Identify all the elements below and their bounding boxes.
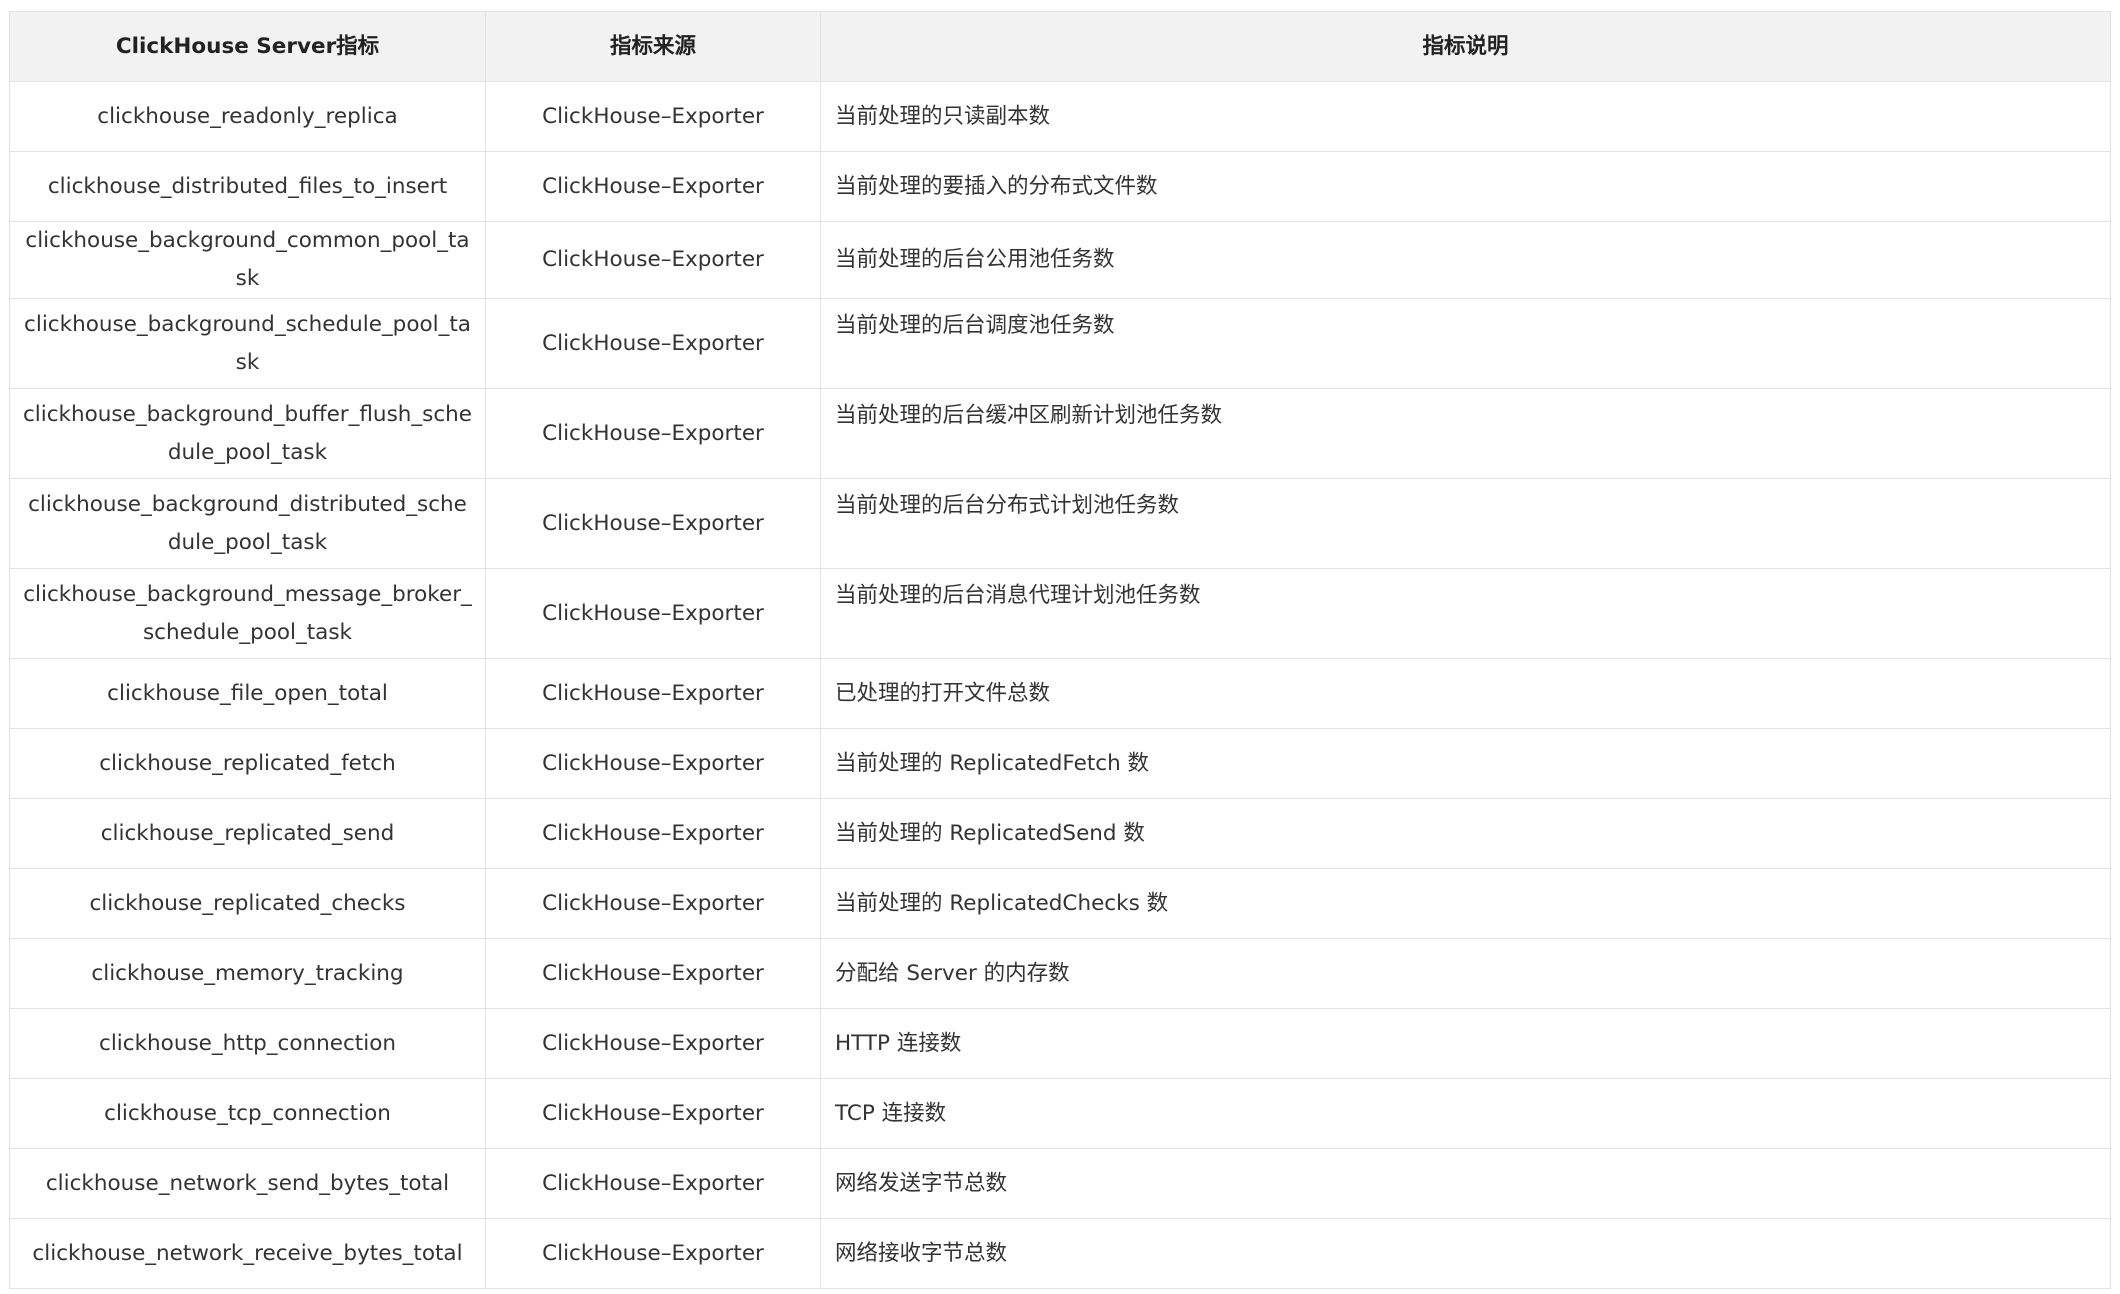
metric-name-cell: clickhouse_file_open_total xyxy=(9,658,486,729)
header-metric: ClickHouse Server指标 xyxy=(9,11,486,82)
metric-name-cell: clickhouse_distributed_files_to_insert xyxy=(9,151,486,222)
table-body: clickhouse_readonly_replica ClickHouse–Ex… xyxy=(9,81,2111,1289)
table-row: clickhouse_network_receive_bytes_total Cl… xyxy=(9,1218,2111,1289)
metric-source-cell: ClickHouse–Exporter xyxy=(485,658,821,729)
metric-name-cell: clickhouse_tcp_connection xyxy=(9,1078,486,1149)
metric-source-cell: ClickHouse–Exporter xyxy=(485,81,821,152)
header-description: 指标说明 xyxy=(820,11,2111,82)
metric-description-cell: 当前处理的后台缓冲区刷新计划池任务数 xyxy=(820,388,2111,479)
table-row: clickhouse_distributed_files_to_insert Cl… xyxy=(9,151,2111,222)
metric-name-cell: clickhouse_network_send_bytes_total xyxy=(9,1148,486,1219)
metric-source-cell: ClickHouse–Exporter xyxy=(485,1008,821,1079)
metric-source-cell: ClickHouse–Exporter xyxy=(485,868,821,939)
metric-description-cell: 当前处理的 ReplicatedFetch 数 xyxy=(820,728,2111,799)
table-row: clickhouse_readonly_replica ClickHouse–Ex… xyxy=(9,81,2111,152)
table-header-row: ClickHouse Server指标 指标来源 指标说明 xyxy=(9,11,2111,82)
metric-source-cell: ClickHouse–Exporter xyxy=(485,1218,821,1289)
metric-description-cell: 已处理的打开文件总数 xyxy=(820,658,2111,729)
metric-description-cell: 网络接收字节总数 xyxy=(820,1218,2111,1289)
metric-name-cell: clickhouse_background_schedule_pool_task xyxy=(9,298,486,389)
table-row: clickhouse_replicated_fetch ClickHouse–Ex… xyxy=(9,728,2111,799)
metric-description-cell: 当前处理的只读副本数 xyxy=(820,81,2111,152)
metric-source-cell: ClickHouse–Exporter xyxy=(485,298,821,389)
metric-name-cell: clickhouse_background_distributed_schedu… xyxy=(9,478,486,569)
metric-name-cell: clickhouse_background_message_broker_sch… xyxy=(9,568,486,659)
table-row: clickhouse_file_open_total ClickHouse–Exp… xyxy=(9,658,2111,729)
table-row: clickhouse_background_common_pool_task Cl… xyxy=(9,221,2111,299)
metric-description-cell: 当前处理的后台分布式计划池任务数 xyxy=(820,478,2111,569)
metric-description-cell: 当前处理的后台消息代理计划池任务数 xyxy=(820,568,2111,659)
table-row: clickhouse_background_buffer_flush_sched… xyxy=(9,388,2111,479)
metric-name-cell: clickhouse_readonly_replica xyxy=(9,81,486,152)
metric-name-cell: clickhouse_memory_tracking xyxy=(9,938,486,1009)
metric-name-cell: clickhouse_replicated_send xyxy=(9,798,486,869)
metric-description-cell: 当前处理的 ReplicatedChecks 数 xyxy=(820,868,2111,939)
metric-source-cell: ClickHouse–Exporter xyxy=(485,1148,821,1219)
table-row: clickhouse_replicated_checks ClickHouse–E… xyxy=(9,868,2111,939)
metric-name-cell: clickhouse_replicated_fetch xyxy=(9,728,486,799)
metric-source-cell: ClickHouse–Exporter xyxy=(485,151,821,222)
table-row: clickhouse_background_distributed_schedu… xyxy=(9,478,2111,569)
table-row: clickhouse_http_connection ClickHouse–Exp… xyxy=(9,1008,2111,1079)
metric-name-cell: clickhouse_network_receive_bytes_total xyxy=(9,1218,486,1289)
table-row: clickhouse_tcp_connection ClickHouse–Expo… xyxy=(9,1078,2111,1149)
metric-name-cell: clickhouse_background_common_pool_task xyxy=(9,221,486,299)
metric-description-cell: TCP 连接数 xyxy=(820,1078,2111,1149)
metric-source-cell: ClickHouse–Exporter xyxy=(485,728,821,799)
metric-source-cell: ClickHouse–Exporter xyxy=(485,938,821,1009)
table-row: clickhouse_background_message_broker_sch… xyxy=(9,568,2111,659)
metric-name-cell: clickhouse_background_buffer_flush_sched… xyxy=(9,388,486,479)
metric-description-cell: 当前处理的 ReplicatedSend 数 xyxy=(820,798,2111,869)
metric-description-cell: 分配给 Server 的内存数 xyxy=(820,938,2111,1009)
metric-description-cell: HTTP 连接数 xyxy=(820,1008,2111,1079)
table-row: clickhouse_replicated_send ClickHouse–Exp… xyxy=(9,798,2111,869)
metric-name-cell: clickhouse_replicated_checks xyxy=(9,868,486,939)
table-row: clickhouse_memory_tracking ClickHouse–Exp… xyxy=(9,938,2111,1009)
header-source: 指标来源 xyxy=(485,11,821,82)
metric-source-cell: ClickHouse–Exporter xyxy=(485,798,821,869)
metric-source-cell: ClickHouse–Exporter xyxy=(485,1078,821,1149)
table-row: clickhouse_background_schedule_pool_task… xyxy=(9,298,2111,389)
metric-source-cell: ClickHouse–Exporter xyxy=(485,568,821,659)
table-row: clickhouse_network_send_bytes_total Click… xyxy=(9,1148,2111,1219)
metrics-table: ClickHouse Server指标 指标来源 指标说明 clickhouse… xyxy=(9,11,2111,1289)
metric-source-cell: ClickHouse–Exporter xyxy=(485,478,821,569)
metric-description-cell: 当前处理的要插入的分布式文件数 xyxy=(820,151,2111,222)
metric-source-cell: ClickHouse–Exporter xyxy=(485,221,821,299)
metric-name-cell: clickhouse_http_connection xyxy=(9,1008,486,1079)
metric-description-cell: 当前处理的后台公用池任务数 xyxy=(820,221,2111,299)
metric-source-cell: ClickHouse–Exporter xyxy=(485,388,821,479)
metrics-table-container: ClickHouse Server指标 指标来源 指标说明 clickhouse… xyxy=(9,11,2111,1289)
metric-description-cell: 当前处理的后台调度池任务数 xyxy=(820,298,2111,389)
metric-description-cell: 网络发送字节总数 xyxy=(820,1148,2111,1219)
